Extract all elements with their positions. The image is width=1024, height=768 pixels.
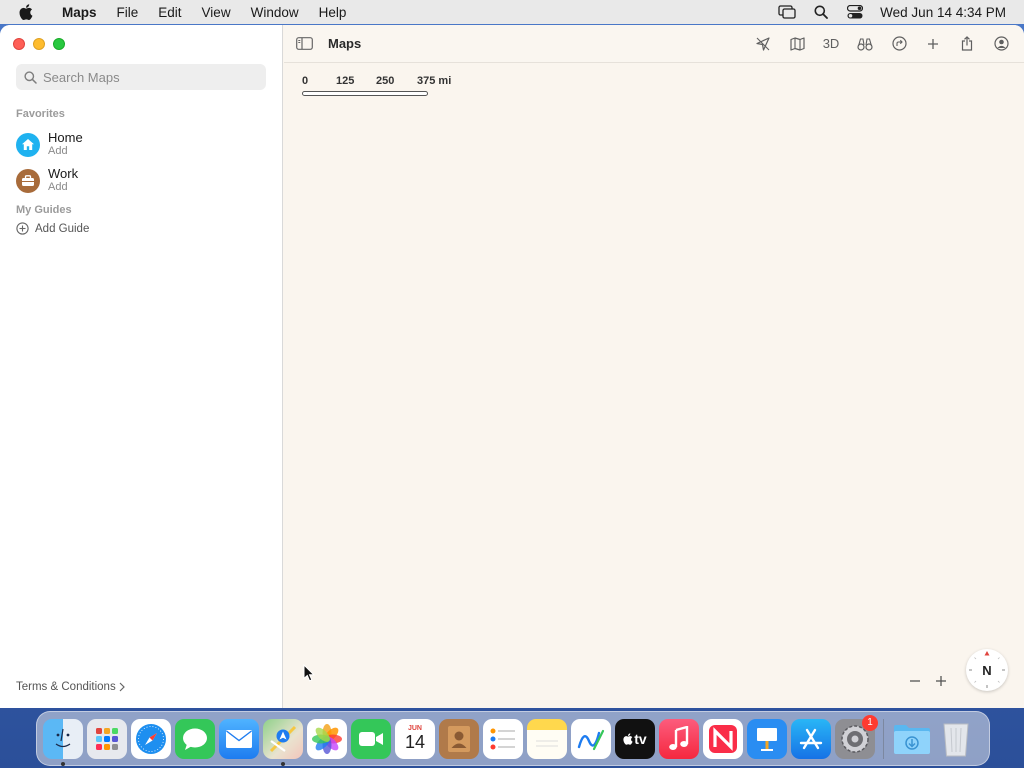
- minimize-button[interactable]: [33, 38, 45, 50]
- keynote-icon[interactable]: [747, 718, 787, 759]
- map-mode-icon[interactable]: [780, 30, 814, 58]
- facetime-icon[interactable]: [351, 718, 391, 759]
- menu-bar: Maps File Edit View Window Help Wed Jun …: [0, 0, 1024, 24]
- dock-separator: [883, 718, 884, 759]
- location-arrow-icon[interactable]: [746, 30, 780, 58]
- calendar-day-label: 14: [404, 732, 426, 752]
- search-input[interactable]: [43, 69, 253, 85]
- plus-circle-icon: [16, 222, 29, 235]
- apple-tv-icon[interactable]: tv: [615, 718, 655, 759]
- share-icon[interactable]: [950, 30, 984, 58]
- calendar-icon[interactable]: JUN 14: [395, 718, 435, 759]
- close-button[interactable]: [13, 38, 25, 50]
- search-icon: [24, 70, 37, 84]
- apple-logo-icon: [623, 732, 633, 745]
- compass-ring-icon: [969, 651, 1005, 688]
- favorite-home-title: Home: [48, 130, 83, 145]
- finder-icon[interactable]: [43, 718, 83, 766]
- scale-bar: [302, 91, 428, 96]
- compass-button[interactable]: N: [966, 649, 1008, 691]
- look-around-binoculars-icon[interactable]: [848, 30, 882, 58]
- menu-clock[interactable]: Wed Jun 14 4:34 PM: [872, 5, 1006, 20]
- map-canvas[interactable]: 0 125 250 375 mi N: [284, 64, 1024, 708]
- scale-label-125: 125: [336, 75, 355, 87]
- favorite-work-title: Work: [48, 166, 79, 181]
- messages-icon[interactable]: [175, 718, 215, 759]
- mouse-cursor-icon: [303, 663, 316, 687]
- maps-window: Favorites Home Add Work Add My Guides: [0, 25, 1024, 708]
- chevron-right-icon: [119, 682, 125, 692]
- favorite-home[interactable]: Home Add: [16, 131, 83, 158]
- account-icon[interactable]: [984, 30, 1018, 58]
- favorite-work-add[interactable]: Add: [48, 181, 78, 194]
- zoom-in-button[interactable]: [930, 670, 952, 692]
- sidebar: Favorites Home Add Work Add My Guides: [0, 25, 283, 708]
- screen-mirroring-icon[interactable]: [770, 5, 804, 19]
- dock: JUN 14 tv 1: [36, 711, 990, 766]
- scale-label-0: 0: [302, 75, 309, 87]
- menu-window[interactable]: Window: [241, 5, 309, 20]
- photos-icon[interactable]: [307, 718, 347, 759]
- window-controls: [13, 38, 65, 50]
- favorite-home-add[interactable]: Add: [48, 145, 83, 158]
- menu-help[interactable]: Help: [309, 5, 357, 20]
- settings-notification-badge: 1: [862, 714, 878, 731]
- reminders-icon[interactable]: [483, 718, 523, 759]
- apple-menu-icon[interactable]: [0, 4, 52, 20]
- menu-app-maps[interactable]: Maps: [52, 5, 107, 20]
- apple-tv-label: tv: [634, 730, 647, 747]
- mail-icon[interactable]: [219, 718, 259, 759]
- add-guide-button[interactable]: Add Guide: [16, 222, 89, 235]
- directions-icon[interactable]: [882, 30, 916, 58]
- safari-icon[interactable]: [131, 718, 171, 759]
- 3d-button[interactable]: 3D: [814, 30, 848, 58]
- launchpad-icon[interactable]: [87, 718, 127, 759]
- scale-label-375: 375 mi: [417, 75, 452, 87]
- briefcase-icon: [16, 168, 40, 193]
- toolbar: Maps 3D: [284, 25, 1024, 63]
- house-icon: [16, 132, 40, 157]
- terms-link[interactable]: Terms & Conditions: [16, 681, 125, 693]
- trash-icon[interactable]: [936, 719, 976, 759]
- system-settings-icon[interactable]: 1: [835, 714, 878, 759]
- favorites-heading: Favorites: [16, 108, 65, 120]
- sidebar-toggle-icon[interactable]: [296, 37, 316, 50]
- maps-running-indicator: [281, 761, 285, 766]
- terms-label: Terms & Conditions: [16, 681, 116, 693]
- contacts-icon[interactable]: [439, 718, 479, 759]
- zoom-controls: [904, 670, 952, 692]
- downloads-folder-icon[interactable]: [892, 719, 932, 759]
- zoom-button[interactable]: [53, 38, 65, 50]
- favorite-work[interactable]: Work Add: [16, 167, 78, 194]
- menu-edit[interactable]: Edit: [148, 5, 191, 20]
- notes-icon[interactable]: [527, 718, 567, 759]
- control-center-icon[interactable]: [838, 5, 872, 19]
- my-guides-heading: My Guides: [16, 204, 72, 216]
- freeform-icon[interactable]: [571, 718, 611, 759]
- news-icon[interactable]: [703, 718, 743, 759]
- app-store-icon[interactable]: [791, 718, 831, 759]
- menu-file[interactable]: File: [107, 5, 149, 20]
- maps-dock-icon[interactable]: [263, 718, 303, 766]
- music-icon[interactable]: [659, 718, 699, 759]
- add-guide-label: Add Guide: [35, 222, 90, 235]
- search-field[interactable]: [16, 64, 266, 90]
- toolbar-title: Maps: [328, 36, 362, 51]
- scale-label-250: 250: [376, 75, 395, 87]
- zoom-out-button[interactable]: [904, 670, 926, 692]
- add-plus-icon[interactable]: [916, 30, 950, 58]
- finder-running-indicator: [61, 761, 65, 766]
- spotlight-search-icon[interactable]: [804, 5, 838, 19]
- menu-view[interactable]: View: [192, 5, 241, 20]
